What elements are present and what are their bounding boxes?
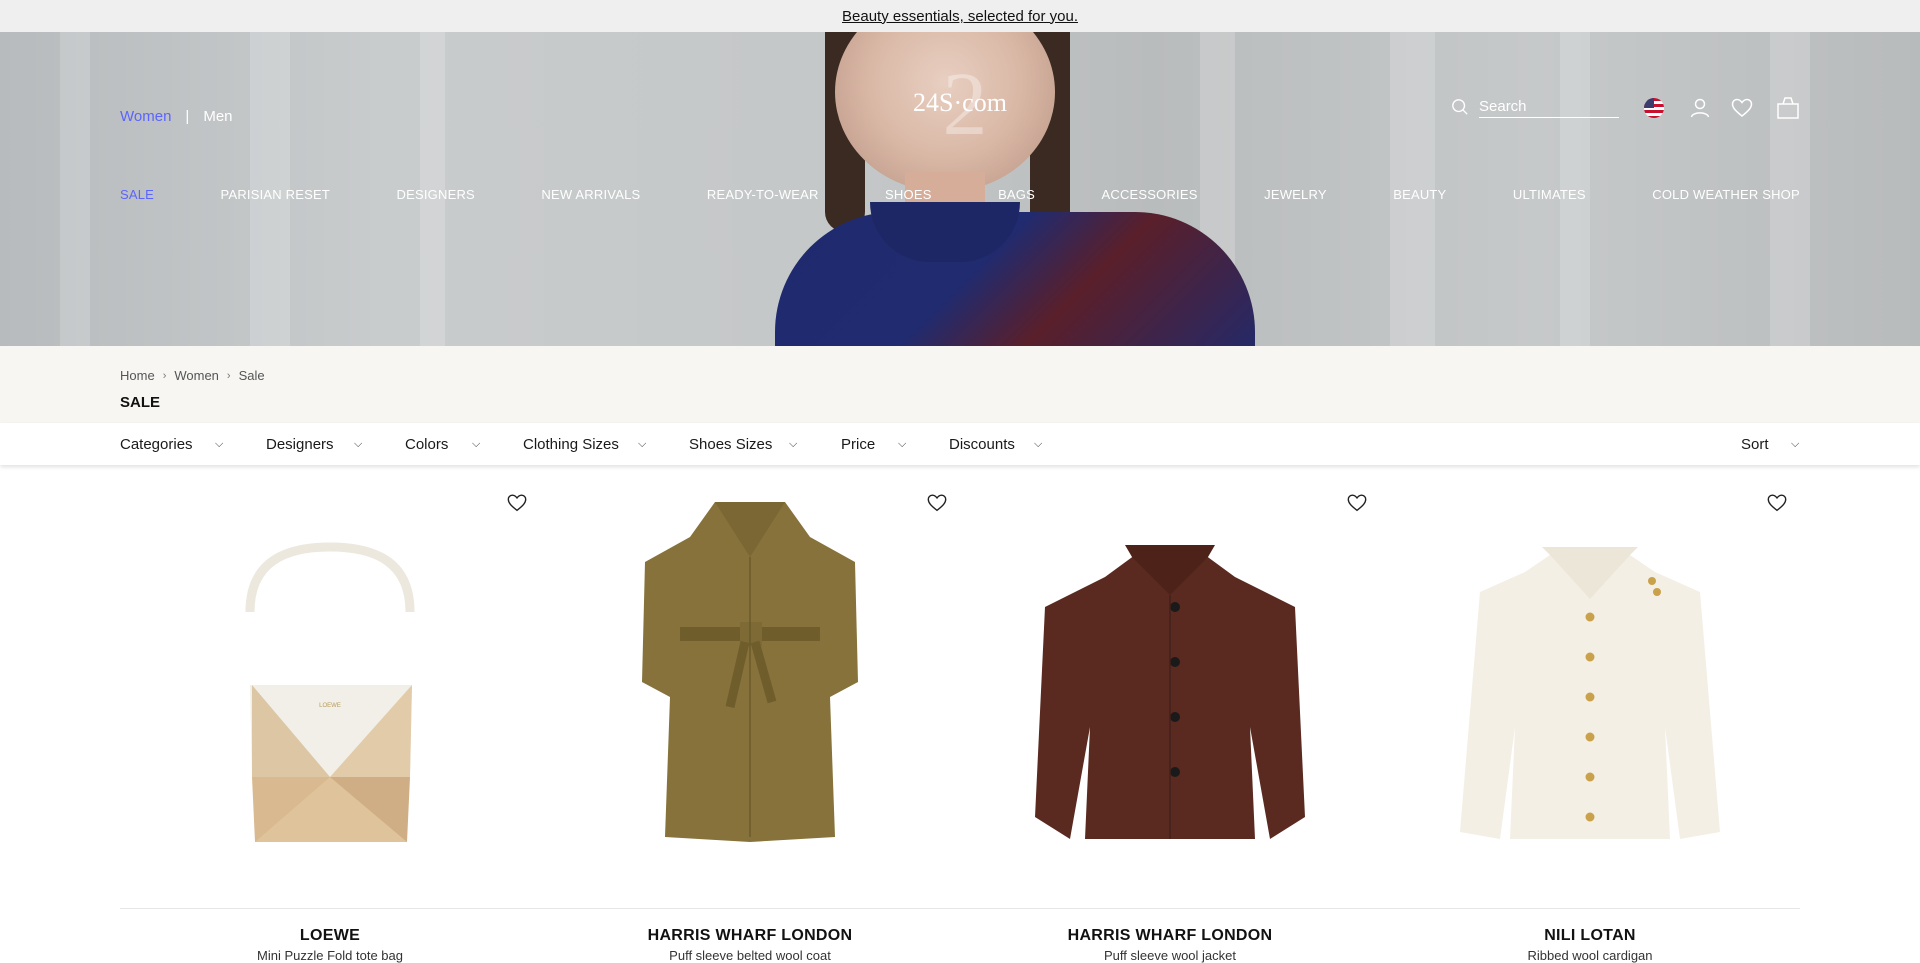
filter-label: Designers [266,436,334,453]
filter-label: Discounts [949,436,1015,453]
nav-item-ultimates[interactable]: ULTIMATES [1513,187,1586,202]
breadcrumb-women[interactable]: Women [174,368,219,383]
product-card[interactable]: HARRIS WHARF LONDON Puff sleeve belted w… [540,477,960,963]
nav-item-sale[interactable]: SALE [120,187,154,202]
filter-label: Categories [120,436,193,453]
nav-item-accessories[interactable]: ACCESSORIES [1102,187,1198,202]
filter-shoes-sizes[interactable]: Shoes Sizes ⌵ [689,436,797,453]
heart-icon[interactable] [506,492,528,514]
filter-categories[interactable]: Categories ⌵ [120,436,223,453]
product-brand[interactable]: LOEWE [120,927,540,945]
product-image[interactable] [960,477,1380,907]
chevron-down-icon: ⌵ [898,438,907,450]
sort-label: Sort [1741,436,1769,453]
chevron-down-icon: ⌵ [472,438,481,450]
breadcrumb-sale: Sale [238,368,265,383]
breadcrumb-area [0,346,1920,423]
product-card[interactable]: NILI LOTAN Ribbed wool cardigan [1380,477,1800,963]
gender-switch: Women | Men [120,108,233,125]
product-image[interactable] [540,477,960,907]
filter-bar: Categories ⌵ Designers ⌵ Colors ⌵ Clothi… [0,423,1920,465]
product-name[interactable]: Puff sleeve belted wool coat [540,948,960,963]
filter-clothing-sizes[interactable]: Clothing Sizes ⌵ [523,436,646,453]
gender-men-link[interactable]: Men [203,108,232,125]
heart-icon[interactable] [1346,492,1368,514]
nav-item-ready-to-wear[interactable]: READY-TO-WEAR [707,187,819,202]
product-name[interactable]: Mini Puzzle Fold tote bag [120,948,540,963]
product-card[interactable]: LOEWE LOEWE Mini Puzzle Fold tote bag [120,477,540,963]
filter-colors[interactable]: Colors ⌵ [405,436,480,453]
svg-text:LOEWE: LOEWE [319,703,341,709]
sort-dropdown[interactable]: Sort ⌵ [1741,436,1799,453]
chevron-down-icon: ⌵ [1791,438,1800,450]
heart-icon[interactable] [1730,96,1754,120]
filter-label: Clothing Sizes [523,436,619,453]
search-icon[interactable] [1451,98,1469,116]
nav-item-designers[interactable]: DESIGNERS [397,187,475,202]
product-brand[interactable]: HARRIS WHARF LONDON [960,927,1380,945]
gender-women-link[interactable]: Women [120,108,171,125]
nav-item-beauty[interactable]: BEAUTY [1393,187,1446,202]
product-image[interactable] [1380,477,1800,907]
filter-designers[interactable]: Designers ⌵ [266,436,362,453]
page-title: SALE [120,394,161,411]
nav-item-new-arrivals[interactable]: NEW ARRIVALS [541,187,640,202]
search-box [1451,96,1619,118]
product-brand[interactable]: NILI LOTAN [1380,927,1800,945]
filter-price[interactable]: Price ⌵ [841,436,906,453]
heart-icon[interactable] [926,492,948,514]
product-name[interactable]: Puff sleeve wool jacket [960,948,1380,963]
site-logo[interactable]: 24S·com [900,88,1020,118]
flag-us-icon[interactable] [1644,98,1664,118]
nav-item-jewelry[interactable]: JEWELRY [1264,187,1327,202]
filter-label: Colors [405,436,449,453]
nav-item-bags[interactable]: BAGS [998,187,1035,202]
chevron-down-icon: ⌵ [354,438,363,450]
nav-item-shoes[interactable]: SHOES [885,187,932,202]
chevron-right-icon: › [162,369,167,382]
product-image[interactable]: LOEWE [120,477,540,907]
filter-label: Shoes Sizes [689,436,773,453]
bag-icon[interactable] [1775,96,1801,120]
product-card[interactable]: HARRIS WHARF LONDON Puff sleeve wool jac… [960,477,1380,963]
main-navigation: SALE PARISIAN RESET DESIGNERS NEW ARRIVA… [120,187,1800,202]
filter-discounts[interactable]: Discounts ⌵ [949,436,1042,453]
nav-item-cold-weather-shop[interactable]: COLD WEATHER SHOP [1652,187,1800,202]
breadcrumb-home[interactable]: Home [120,368,155,383]
search-input[interactable] [1479,96,1619,118]
gender-separator: | [185,108,190,125]
nav-item-parisian-reset[interactable]: PARISIAN RESET [221,187,330,202]
account-icon[interactable] [1688,96,1712,120]
breadcrumb: Home › Women › Sale [120,368,265,383]
product-brand[interactable]: HARRIS WHARF LONDON [540,927,960,945]
chevron-right-icon: › [226,369,231,382]
chevron-down-icon: ⌵ [789,438,798,450]
promo-banner: Beauty essentials, selected for you. [0,0,1920,32]
promo-link[interactable]: Beauty essentials, selected for you. [842,8,1078,25]
filter-label: Price [841,436,876,453]
chevron-down-icon: ⌵ [1034,438,1043,450]
heart-icon[interactable] [1766,492,1788,514]
product-name[interactable]: Ribbed wool cardigan [1380,948,1800,963]
chevron-down-icon: ⌵ [638,438,647,450]
chevron-down-icon: ⌵ [215,438,224,450]
